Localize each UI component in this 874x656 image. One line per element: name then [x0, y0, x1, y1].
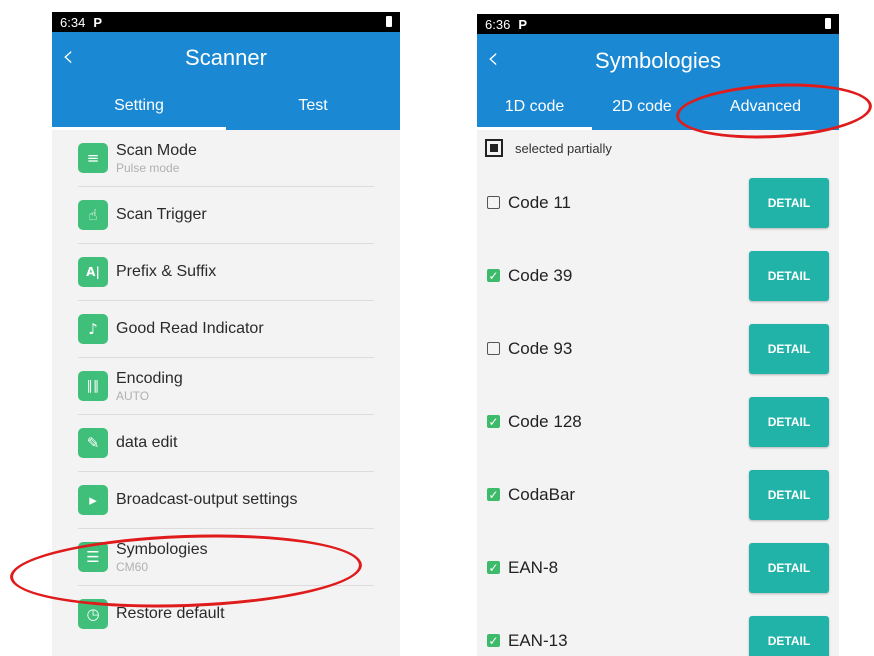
symbology-row: ✓ EAN-8 DETAIL [477, 531, 839, 604]
partial-select-checkbox[interactable] [485, 139, 503, 157]
prefix-suffix-icon: A| [78, 257, 108, 287]
tab-bar: Setting Test [52, 84, 400, 130]
scan-mode-icon: ≡ [78, 143, 108, 173]
parking-notification-icon: P [93, 14, 102, 30]
broadcast-output-icon: ▸ [78, 485, 108, 515]
menu-item-label: Scan Mode [116, 141, 197, 159]
menu-item-label: Restore default [116, 605, 225, 622]
menu-item-value: Pulse mode [116, 160, 180, 175]
menu-item-prefix-suffix[interactable]: A| Prefix & Suffix [78, 244, 374, 301]
parking-notification-icon: P [518, 16, 527, 32]
detail-button[interactable]: DETAIL [749, 251, 829, 301]
checkbox[interactable]: ✓ [487, 561, 500, 575]
menu-item-label: data edit [116, 434, 178, 451]
tab-2d-code[interactable]: 2D code [592, 86, 692, 130]
status-time: 6:34 [60, 14, 86, 30]
menu-item-value: AUTO [116, 388, 150, 403]
tab-test[interactable]: Test [226, 84, 400, 130]
symbology-row: ✓ EAN-13 DETAIL [477, 604, 839, 656]
menu-item-encoding[interactable]: ∥∥ Encoding AUTO [78, 358, 374, 415]
menu-item-label: Good Read Indicator [116, 320, 264, 337]
status-bar: 6:36 P [477, 14, 839, 34]
battery-icon [386, 16, 392, 27]
checkbox[interactable]: ✓ [487, 634, 500, 648]
symbology-name: Code 39 [508, 265, 573, 285]
symbology-name: Code 11 [508, 192, 572, 212]
data-edit-icon: ✎ [78, 428, 108, 458]
app-bar: ‹ Scanner [52, 32, 400, 84]
checkbox[interactable]: ✓ [487, 415, 500, 429]
checkbox[interactable]: ✓ [487, 269, 500, 283]
detail-button[interactable]: DETAIL [749, 470, 829, 520]
checkbox[interactable] [487, 342, 500, 355]
menu-item-broadcast-output[interactable]: ▸ Broadcast-output settings [78, 472, 374, 529]
menu-item-label: Encoding [116, 369, 183, 387]
detail-button[interactable]: DETAIL [749, 178, 829, 228]
symbology-name: CodaBar [508, 484, 576, 504]
good-read-indicator-icon: ♪ [78, 314, 108, 344]
tab-1d-code[interactable]: 1D code [477, 86, 592, 130]
detail-button[interactable]: DETAIL [749, 616, 829, 656]
barcode-icon: ∥∥ [78, 371, 108, 401]
symbology-name: EAN-8 [508, 557, 559, 577]
checkbox[interactable]: ✓ [487, 488, 500, 502]
menu-item-label: Broadcast-output settings [116, 491, 298, 508]
detail-button[interactable]: DETAIL [749, 543, 829, 593]
status-bar: 6:34 P [52, 12, 400, 32]
symbology-row: Code 11 DETAIL [477, 166, 839, 239]
menu-item-label: Scan Trigger [116, 206, 207, 223]
partial-select-label: selected partially [515, 140, 612, 156]
checkbox[interactable] [487, 196, 500, 209]
symbology-name: Code 93 [508, 338, 573, 358]
menu-item-data-edit[interactable]: ✎ data edit [78, 415, 374, 472]
symbology-name: Code 128 [508, 411, 582, 431]
symbology-row: ✓ Code 39 DETAIL [477, 239, 839, 312]
detail-button[interactable]: DETAIL [749, 397, 829, 447]
detail-button[interactable]: DETAIL [749, 324, 829, 374]
menu-item-label: Prefix & Suffix [116, 263, 217, 280]
scan-trigger-icon: ☝ [78, 200, 108, 230]
menu-item-scan-mode[interactable]: ≡ Scan Mode Pulse mode [78, 130, 374, 187]
symbology-name: EAN-13 [508, 630, 568, 650]
battery-icon [825, 18, 831, 29]
symbology-row: ✓ Code 128 DETAIL [477, 385, 839, 458]
app-bar: ‹ Symbologies [477, 34, 839, 86]
page-title: Scanner [185, 45, 267, 70]
status-time: 6:36 [485, 16, 511, 32]
menu-item-good-read-indicator[interactable]: ♪ Good Read Indicator [78, 301, 374, 358]
page-title: Symbologies [595, 48, 721, 73]
menu-item-scan-trigger[interactable]: ☝ Scan Trigger [78, 187, 374, 244]
tab-setting[interactable]: Setting [52, 84, 226, 130]
symbology-row: ✓ CodaBar DETAIL [477, 458, 839, 531]
symbology-row: Code 93 DETAIL [477, 312, 839, 385]
